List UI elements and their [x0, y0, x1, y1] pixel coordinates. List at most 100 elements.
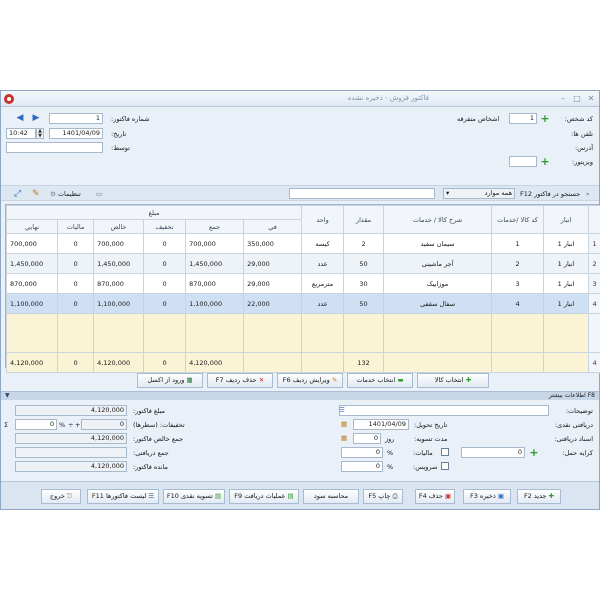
add-customer-icon[interactable]: + — [540, 113, 550, 124]
visitor-field[interactable] — [509, 156, 537, 167]
tax-checkbox[interactable] — [441, 448, 449, 456]
tax-field[interactable]: 0 — [341, 447, 383, 458]
cash-settle-button[interactable]: ▤ تسویه نقدی F10 — [163, 489, 225, 504]
search-icon[interactable]: ⌕ — [583, 188, 593, 200]
notes-icon[interactable]: ☰ — [339, 406, 345, 414]
delivery-date-field[interactable]: 1401/04/09 — [353, 419, 409, 430]
time-spinner[interactable]: ▲ ▼ — [36, 128, 44, 139]
cell-description[interactable]: سفال سقفی — [383, 293, 493, 314]
cell-warehouse[interactable]: انبار 1 — [543, 293, 590, 314]
cell-discount[interactable]: 0 — [143, 273, 187, 294]
service-field[interactable]: 0 — [341, 461, 383, 472]
delete-row-button[interactable]: ✕ حذف ردیف F7 — [207, 373, 273, 388]
col-discount[interactable]: تخفيف — [143, 219, 187, 234]
calendar-icon[interactable]: ▦ — [341, 434, 347, 442]
cell-description[interactable]: موزاییک — [383, 273, 493, 294]
cell-discount[interactable]: 0 — [143, 293, 187, 314]
calendar-icon[interactable]: ▦ — [341, 420, 347, 428]
delete-button[interactable]: ▣ حذف F4 — [415, 489, 455, 504]
discount-spinner-icon[interactable]: ÷ — [68, 421, 73, 429]
cell-warehouse[interactable]: انبار 1 — [543, 273, 590, 294]
table-row[interactable]: 3 انبار 1 3 موزاییک 30 مترمربع 29,000 87… — [5, 273, 600, 294]
cell-tax[interactable]: 0 — [57, 253, 95, 274]
cell-discount[interactable]: 0 — [143, 233, 187, 254]
invoice-list-button[interactable]: ☰ لیست فاکتورها F11 — [87, 489, 159, 504]
col-price[interactable]: في — [243, 219, 303, 234]
cell-discount[interactable]: 0 — [143, 253, 187, 274]
print-button[interactable]: ⎙ چاپ F5 — [363, 489, 403, 504]
import-excel-button[interactable]: ▦ ورود از اکسل — [137, 373, 203, 388]
more-info-bar[interactable]: ▼ F8 اطلاعات بیشتر — [1, 391, 599, 400]
col-net[interactable]: خالص — [93, 219, 145, 234]
cell-qty[interactable]: 30 — [343, 273, 385, 294]
cell-price[interactable]: 350,000 — [243, 233, 303, 254]
exit-button[interactable]: ⎋ خروج — [41, 489, 81, 504]
table-row[interactable]: 2 انبار 1 2 آجر ماشینی 50 عدد 29,000 1,4… — [5, 253, 600, 274]
cell-price[interactable]: 29,000 — [243, 273, 303, 294]
freight-field[interactable]: 0 — [461, 447, 525, 458]
invoice-number-field[interactable]: 1 — [49, 113, 103, 124]
cell-qty[interactable]: 50 — [343, 253, 385, 274]
receive-ops-button[interactable]: ▤ عملیات دریافت F9 — [229, 489, 299, 504]
extra-discount-field[interactable]: 0 — [15, 419, 57, 430]
new-row[interactable] — [5, 313, 600, 353]
add-visitor-icon[interactable]: + — [540, 156, 550, 167]
cell-code[interactable]: 3 — [491, 273, 545, 294]
cell-unit[interactable]: عدد — [301, 253, 345, 274]
grid-search-input[interactable] — [289, 188, 435, 199]
table-row[interactable]: 1 انبار 1 1 سیمان سفید 2 کیسه 350,000 70… — [5, 233, 600, 254]
cell-code[interactable]: 2 — [491, 253, 545, 274]
cell-price[interactable]: 22,000 — [243, 293, 303, 314]
service-checkbox[interactable] — [441, 462, 449, 470]
close-icon[interactable]: ✕ — [585, 93, 597, 104]
customer-code-field[interactable]: 1 — [509, 113, 537, 124]
settlement-field[interactable]: 0 — [353, 433, 381, 444]
col-code[interactable]: کد کالا /خدمات — [491, 205, 545, 234]
collapse-arrow-icon[interactable]: ▼ — [5, 392, 10, 400]
cell-code[interactable]: 1 — [491, 233, 545, 254]
col-total[interactable]: جمع — [185, 219, 245, 234]
cell-tax[interactable]: 0 — [57, 233, 95, 254]
cell-price[interactable]: 29,000 — [243, 253, 303, 274]
col-final[interactable]: نهايي — [5, 219, 59, 234]
edit-row-button[interactable]: ✎ ویرایش ردیف F6 — [277, 373, 343, 388]
cell-description[interactable]: آجر ماشینی — [383, 253, 493, 274]
next-invoice-icon[interactable]: ▶ — [29, 113, 43, 125]
cell-warehouse[interactable]: انبار 1 — [543, 253, 590, 274]
new-button[interactable]: ✚ جدید F2 — [517, 489, 561, 504]
cell-qty[interactable]: 2 — [343, 233, 385, 254]
col-qty[interactable]: مقدار — [343, 205, 385, 234]
profit-button[interactable]: محاسبه سود — [303, 489, 359, 504]
sigma-icon[interactable]: Σ — [4, 421, 8, 429]
previous-invoice-icon[interactable]: ◀ — [13, 113, 27, 125]
search-scope-select[interactable]: همه موارد ▾ — [443, 188, 515, 199]
cell-unit[interactable]: مترمربع — [301, 273, 345, 294]
select-goods-button[interactable]: ✚ انتخاب کالا — [417, 373, 489, 388]
palette-icon[interactable]: ✎ — [29, 188, 43, 200]
time-field[interactable]: 10:42 — [6, 128, 36, 139]
table-row-selected[interactable]: 4 انبار 1 4 سفال سقفی 50 عدد 22,000 1,10… — [5, 293, 600, 314]
cell-tax[interactable]: 0 — [57, 293, 95, 314]
cell-qty[interactable]: 50 — [343, 293, 385, 314]
by-field[interactable] — [6, 142, 103, 153]
cell-code[interactable]: 4 — [491, 293, 545, 314]
col-warehouse[interactable]: انبار — [543, 205, 590, 234]
cell-unit[interactable]: عدد — [301, 293, 345, 314]
minimize-icon[interactable]: – — [557, 93, 569, 104]
cell-tax[interactable]: 0 — [57, 273, 95, 294]
date-field[interactable]: 1401/04/09 — [49, 128, 103, 139]
cell-unit[interactable]: کیسه — [301, 233, 345, 254]
notes-field[interactable] — [339, 405, 549, 416]
add-freight-icon[interactable]: + — [529, 447, 539, 458]
layout-icon[interactable]: ▭ — [93, 188, 105, 200]
cell-warehouse[interactable]: انبار 1 — [543, 233, 590, 254]
col-description[interactable]: شرح کالا / خدمات — [383, 205, 493, 234]
col-unit[interactable]: واحد — [301, 205, 345, 234]
settings-button[interactable]: ⚙ تنظیمات — [47, 188, 84, 200]
expand-icon[interactable]: ⤢ — [11, 188, 24, 200]
select-services-button[interactable]: ▬ انتخاب خدمات — [347, 373, 413, 388]
cell-description[interactable]: سیمان سفید — [383, 233, 493, 254]
save-button[interactable]: ▣ ذخیره F3 — [463, 489, 511, 504]
col-tax[interactable]: ماليات — [57, 219, 95, 234]
maximize-icon[interactable]: □ — [571, 93, 583, 104]
